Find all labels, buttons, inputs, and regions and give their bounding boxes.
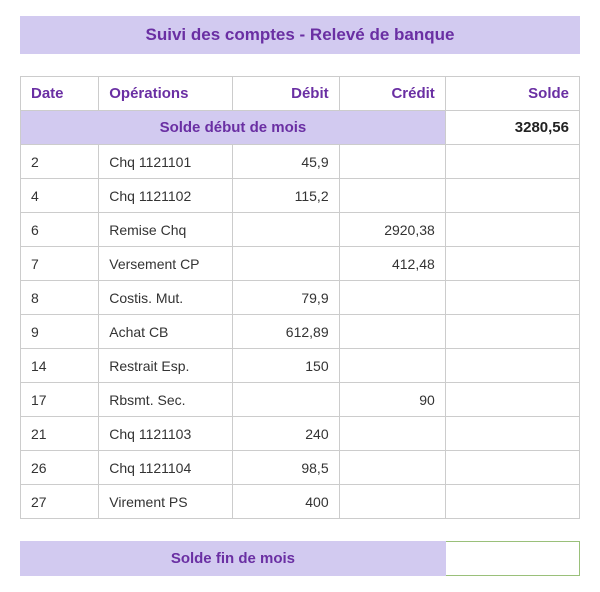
cell-operation: Achat CB [99, 315, 233, 349]
cell-credit [339, 485, 445, 519]
table-row: 6Remise Chq 2920,38 [21, 213, 580, 247]
table-row: 21Chq 1121103240 [21, 417, 580, 451]
cell-solde [445, 315, 579, 349]
cell-date: 4 [21, 179, 99, 213]
table-row: 9Achat CB612,89 [21, 315, 580, 349]
cell-credit: 90 [339, 383, 445, 417]
table-row: 27Virement PS400 [21, 485, 580, 519]
opening-balance-label: Solde début de mois [21, 111, 446, 145]
ledger-table: Date Opérations Débit Crédit Solde Solde… [20, 76, 580, 519]
col-header-credit: Crédit [339, 77, 445, 111]
cell-operation: Chq 1121101 [99, 145, 233, 179]
cell-debit: 115,2 [233, 179, 339, 213]
cell-solde [445, 179, 579, 213]
cell-date: 14 [21, 349, 99, 383]
col-header-solde: Solde [445, 77, 579, 111]
cell-debit: 612,89 [233, 315, 339, 349]
col-header-operations: Opérations [99, 77, 233, 111]
cell-date: 27 [21, 485, 99, 519]
closing-balance-row: Solde fin de mois [21, 542, 580, 576]
cell-debit: 240 [233, 417, 339, 451]
closing-balance-label: Solde fin de mois [21, 542, 446, 576]
cell-credit: 2920,38 [339, 213, 445, 247]
cell-solde [445, 213, 579, 247]
cell-debit: 150 [233, 349, 339, 383]
table-row: 4Chq 1121102115,2 [21, 179, 580, 213]
cell-date: 8 [21, 281, 99, 315]
cell-debit [233, 247, 339, 281]
cell-debit [233, 213, 339, 247]
cell-debit: 400 [233, 485, 339, 519]
cell-debit: 98,5 [233, 451, 339, 485]
opening-balance-value: 3280,56 [445, 111, 579, 145]
cell-solde [445, 485, 579, 519]
cell-date: 2 [21, 145, 99, 179]
closing-balance-value [445, 542, 579, 576]
cell-solde [445, 281, 579, 315]
cell-credit [339, 349, 445, 383]
cell-operation: Chq 1121102 [99, 179, 233, 213]
col-header-debit: Débit [233, 77, 339, 111]
cell-date: 26 [21, 451, 99, 485]
closing-balance-table: Solde fin de mois [20, 541, 580, 576]
cell-credit [339, 315, 445, 349]
cell-operation: Virement PS [99, 485, 233, 519]
opening-balance-row: Solde début de mois 3280,56 [21, 111, 580, 145]
cell-operation: Versement CP [99, 247, 233, 281]
cell-credit: 412,48 [339, 247, 445, 281]
cell-credit [339, 281, 445, 315]
cell-date: 9 [21, 315, 99, 349]
cell-date: 17 [21, 383, 99, 417]
cell-date: 6 [21, 213, 99, 247]
cell-date: 7 [21, 247, 99, 281]
cell-operation: Costis. Mut. [99, 281, 233, 315]
cell-solde [445, 451, 579, 485]
cell-credit [339, 145, 445, 179]
cell-operation: Chq 1121104 [99, 451, 233, 485]
cell-solde [445, 349, 579, 383]
cell-debit: 45,9 [233, 145, 339, 179]
cell-date: 21 [21, 417, 99, 451]
page-title: Suivi des comptes - Relevé de banque [20, 16, 580, 54]
cell-solde [445, 417, 579, 451]
cell-credit [339, 451, 445, 485]
cell-solde [445, 145, 579, 179]
cell-solde [445, 247, 579, 281]
header-row: Date Opérations Débit Crédit Solde [21, 77, 580, 111]
col-header-date: Date [21, 77, 99, 111]
table-row: 17Rbsmt. Sec. 90 [21, 383, 580, 417]
cell-credit [339, 417, 445, 451]
table-row: 8Costis. Mut.79,9 [21, 281, 580, 315]
cell-solde [445, 383, 579, 417]
cell-debit: 79,9 [233, 281, 339, 315]
cell-operation: Rbsmt. Sec. [99, 383, 233, 417]
cell-operation: Restrait Esp. [99, 349, 233, 383]
table-row: 26Chq 112110498,5 [21, 451, 580, 485]
table-row: 14Restrait Esp.150 [21, 349, 580, 383]
cell-debit [233, 383, 339, 417]
table-row: 2Chq 112110145,9 [21, 145, 580, 179]
cell-credit [339, 179, 445, 213]
cell-operation: Remise Chq [99, 213, 233, 247]
table-row: 7Versement CP 412,48 [21, 247, 580, 281]
cell-operation: Chq 1121103 [99, 417, 233, 451]
